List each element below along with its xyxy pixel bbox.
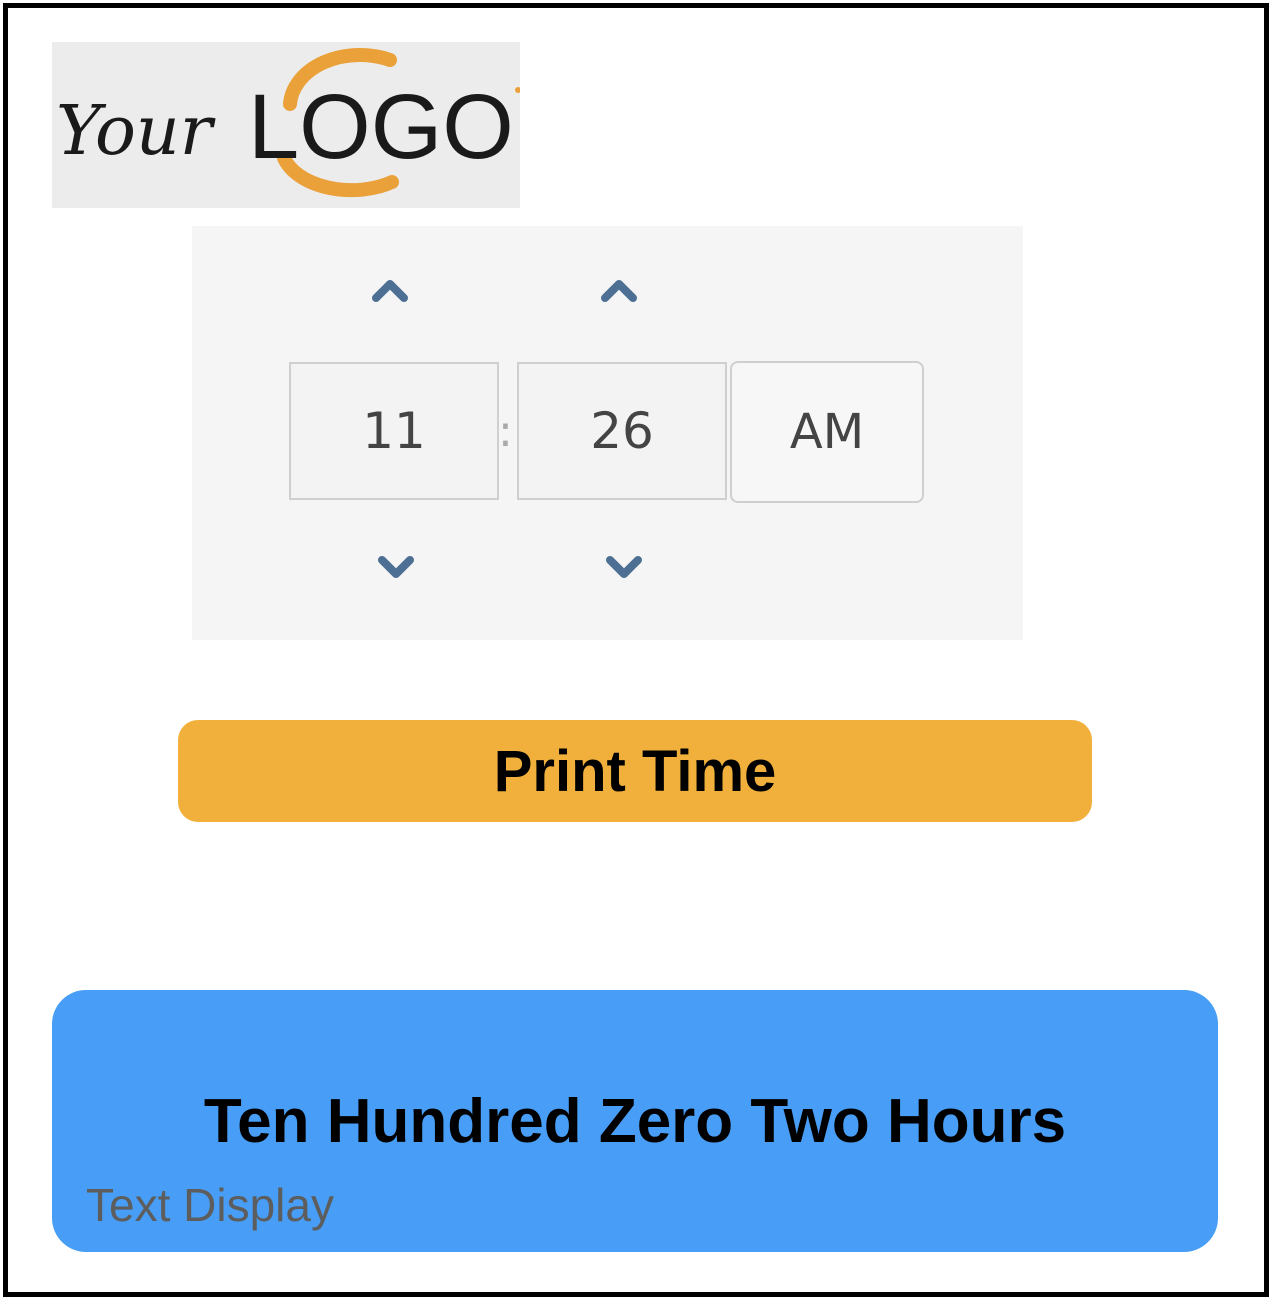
minute-decrement-button[interactable]	[579, 538, 669, 598]
chevron-up-icon	[601, 280, 637, 302]
display-label: Text Display	[86, 1179, 334, 1231]
time-picker: 11 : 26 AM	[192, 226, 1023, 640]
chevron-up-icon	[372, 280, 408, 302]
logo-text-logo: LOGO	[248, 76, 514, 178]
minute-increment-button[interactable]	[574, 260, 664, 320]
am-pm-toggle[interactable]: AM	[730, 361, 924, 503]
hour-decrement-button[interactable]	[351, 538, 441, 598]
time-separator: :	[498, 406, 513, 457]
display-text: Ten Hundred Zero Two Hours	[203, 1087, 1067, 1156]
print-time-button[interactable]: Print Time	[178, 720, 1092, 822]
text-display: Ten Hundred Zero Two Hours Text Display	[52, 990, 1218, 1252]
minute-input[interactable]: 26	[517, 362, 727, 500]
chevron-down-icon	[378, 556, 414, 578]
chevron-down-icon	[606, 556, 642, 578]
logo: Your LOGO	[52, 42, 520, 208]
hour-input[interactable]: 11	[289, 362, 499, 500]
logo-text-your: Your	[56, 92, 216, 171]
hour-increment-button[interactable]	[345, 260, 435, 320]
logo-image: Your LOGO	[56, 47, 520, 198]
